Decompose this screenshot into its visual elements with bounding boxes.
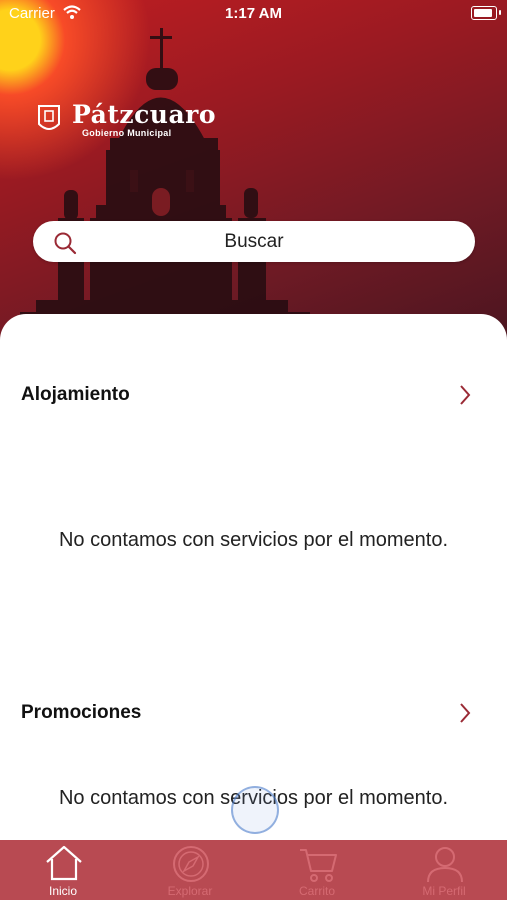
tab-label-explorar: Explorar xyxy=(167,884,213,898)
cart-icon xyxy=(300,849,337,882)
status-time: 1:17 AM xyxy=(225,5,282,22)
compass-icon xyxy=(173,846,209,882)
tab-carrito[interactable]: Carrito xyxy=(254,840,380,900)
content-sheet: Alojamiento No contamos con servicios po… xyxy=(0,314,507,840)
tab-bar: Inicio Explorar Carrito Mi Perfil xyxy=(0,840,507,900)
chevron-right-icon[interactable] xyxy=(459,702,471,724)
user-icon xyxy=(427,847,463,883)
tab-inicio[interactable]: Inicio xyxy=(0,840,126,900)
touch-indicator xyxy=(231,786,279,834)
tab-label-carrito: Carrito xyxy=(298,884,335,898)
section-title-promociones: Promociones xyxy=(21,702,142,723)
tab-mi-perfil[interactable]: Mi Perfil xyxy=(381,840,507,900)
search-label: Buscar xyxy=(224,231,284,252)
logo-name: Pátzcuaro xyxy=(72,100,217,129)
tab-label-inicio: Inicio xyxy=(48,884,77,898)
emblem-icon xyxy=(38,105,60,130)
hero-header: Carrier 1:17 AM Pátzcuaro Gobierno Munic… xyxy=(0,0,507,345)
church-silhouette xyxy=(20,28,310,345)
status-bar: Carrier 1:17 AM xyxy=(0,0,507,26)
search-bar[interactable]: Buscar xyxy=(33,221,475,262)
chevron-right-icon[interactable] xyxy=(459,384,471,406)
battery-icon xyxy=(471,6,497,20)
tab-label-mi-perfil: Mi Perfil xyxy=(422,884,466,898)
logo-subtitle: Gobierno Municipal xyxy=(82,128,172,138)
battery-nub xyxy=(499,10,501,15)
empty-message-alojamiento: No contamos con servicios por el momento… xyxy=(58,529,449,551)
tab-explorar[interactable]: Explorar xyxy=(127,840,253,900)
section-title-alojamiento: Alojamiento xyxy=(21,384,130,405)
home-icon xyxy=(46,845,82,881)
